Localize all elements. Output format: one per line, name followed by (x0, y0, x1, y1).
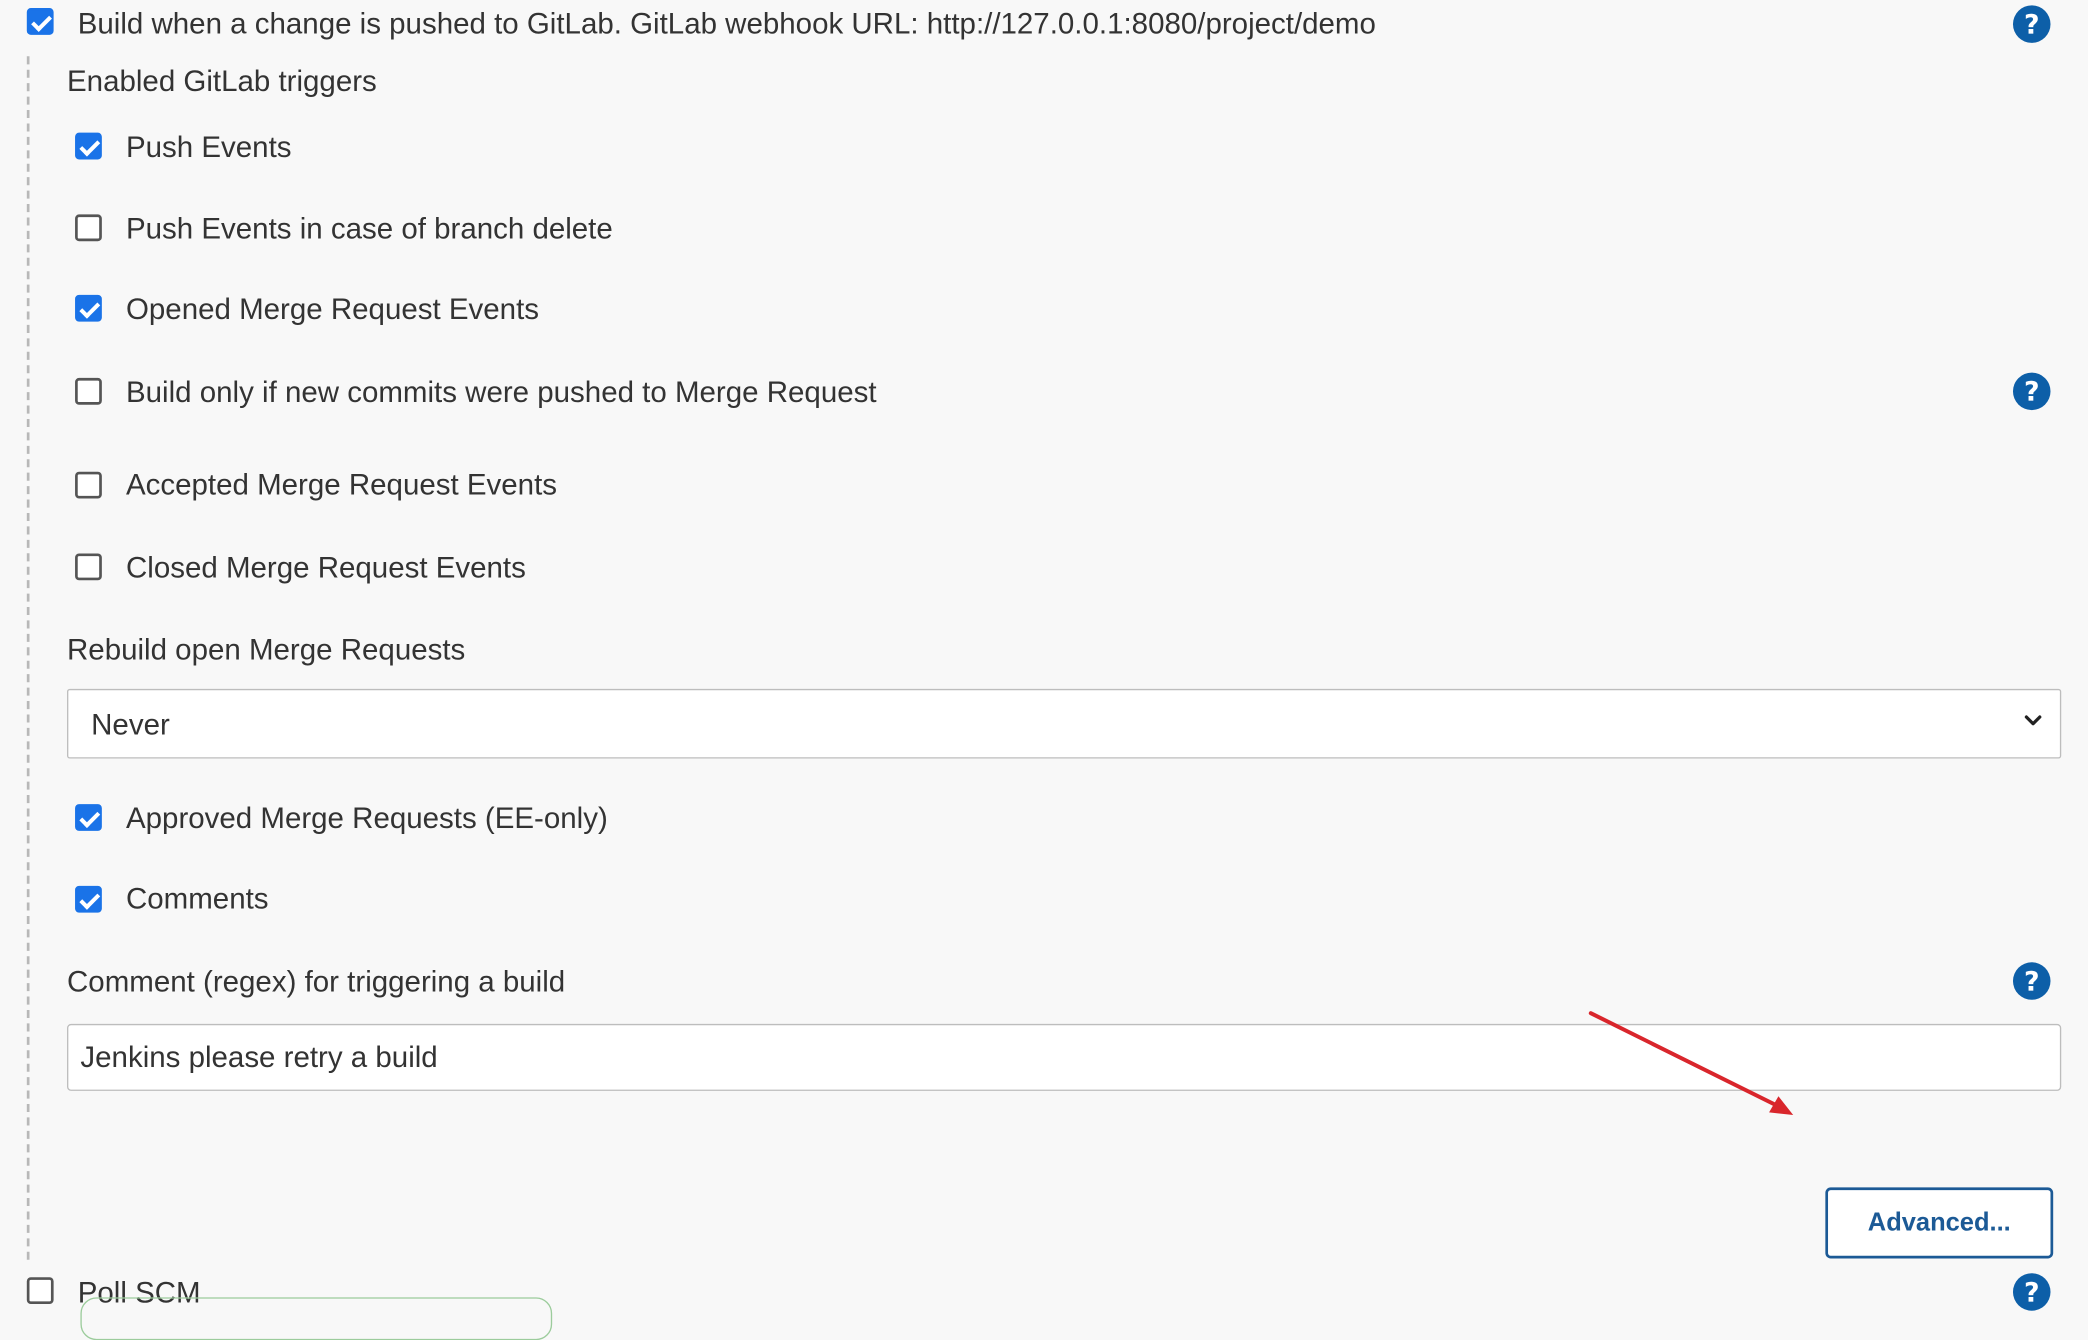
push-events-branch-delete-label: Push Events in case of branch delete (125, 211, 613, 246)
approved-mr-checkbox[interactable] (75, 804, 102, 831)
closed-mr-events-label: Closed Merge Request Events (125, 550, 526, 585)
help-icon[interactable]: ? (2012, 1273, 2051, 1311)
push-events-branch-delete-checkbox[interactable] (75, 214, 102, 242)
opened-mr-events-checkbox[interactable] (75, 294, 102, 322)
build-on-push-checkbox[interactable] (26, 8, 54, 35)
help-icon[interactable]: ? (2012, 372, 2051, 411)
accepted-mr-events-checkbox[interactable] (75, 471, 102, 499)
approved-mr-label: Approved Merge Requests (EE-only) (125, 801, 608, 835)
gitlab-trigger-config-page: Build when a change is pushed to GitLab.… (0, 0, 2088, 1340)
poll-scm-checkbox[interactable] (26, 1277, 54, 1305)
chevron-down-icon (2024, 715, 2042, 726)
help-icon[interactable]: ? (2012, 5, 2051, 43)
section-indent-rail (26, 56, 30, 1260)
comments-checkbox[interactable] (75, 885, 102, 913)
build-only-new-commits-label: Build only if new commits were pushed to… (125, 375, 877, 409)
comments-label: Comments (125, 881, 269, 916)
help-icon[interactable]: ? (2012, 962, 2051, 1000)
annotation-arrow-icon (1588, 1011, 1794, 1116)
closed-mr-events-checkbox[interactable] (75, 553, 102, 581)
rebuild-open-mr-selected-value: Never (91, 707, 170, 742)
push-events-checkbox[interactable] (75, 132, 102, 160)
enabled-triggers-heading: Enabled GitLab triggers (67, 64, 377, 98)
advanced-button[interactable]: Advanced... (1825, 1187, 2054, 1259)
build-on-push-label: Build when a change is pushed to GitLab.… (77, 6, 1376, 41)
accepted-mr-events-label: Accepted Merge Request Events (125, 467, 558, 502)
rebuild-open-mr-label: Rebuild open Merge Requests (67, 632, 466, 667)
push-events-label: Push Events (125, 129, 292, 164)
build-only-new-commits-checkbox[interactable] (75, 377, 102, 405)
poll-scm-outline (80, 1297, 553, 1340)
comment-regex-label: Comment (regex) for triggering a build (67, 964, 566, 999)
opened-mr-events-label: Opened Merge Request Events (125, 292, 540, 326)
rebuild-open-mr-select[interactable]: Never (67, 688, 2062, 759)
